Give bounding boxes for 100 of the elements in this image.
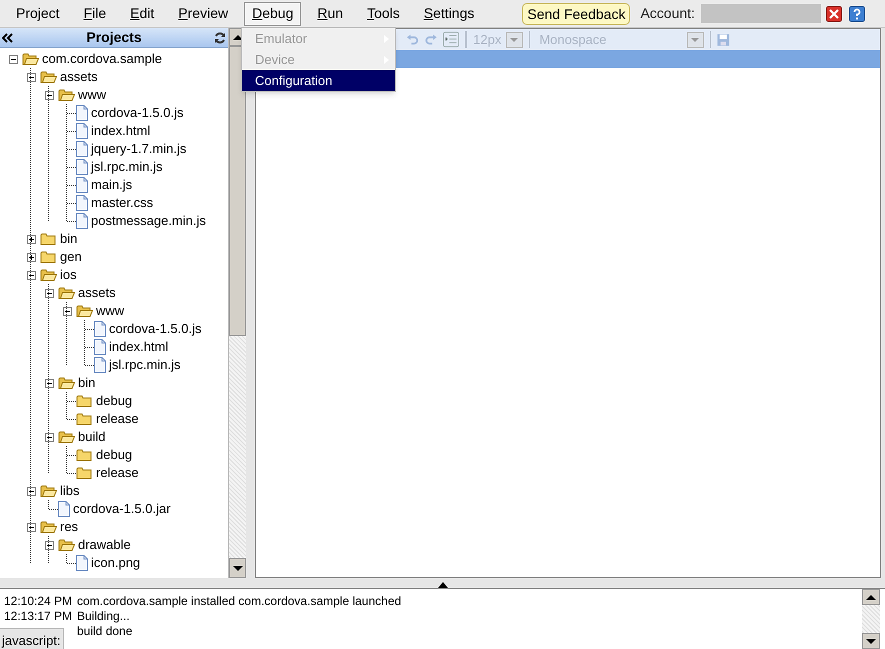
tree-item[interactable]: master.css — [91, 193, 154, 213]
tree-item[interactable]: jquery-1.7.min.js — [91, 139, 186, 159]
folder-icon — [76, 412, 93, 426]
scrollbar[interactable] — [228, 28, 246, 578]
file-icon — [76, 123, 88, 139]
collapse-toggle-icon[interactable] — [26, 72, 36, 82]
account-field[interactable] — [700, 4, 821, 23]
collapse-toggle-icon[interactable] — [26, 522, 36, 532]
menu-item[interactable]: Project — [8, 2, 68, 26]
open-folder-icon — [58, 88, 75, 102]
expand-toggle-icon[interactable] — [26, 252, 36, 262]
scroll-down-icon[interactable] — [229, 558, 246, 578]
scroll-up-icon[interactable] — [862, 589, 880, 605]
open-folder-icon — [58, 286, 75, 300]
file-icon — [76, 105, 88, 121]
tree-item[interactable]: assets — [60, 67, 98, 87]
open-folder-icon — [40, 268, 57, 282]
panel-title: Projects — [85, 28, 143, 47]
expand-toggle-icon[interactable] — [26, 234, 36, 244]
collapse-toggle-icon[interactable] — [44, 432, 54, 442]
log-message: build done — [77, 624, 132, 639]
collapse-toggle-icon[interactable] — [44, 288, 54, 298]
tree-item[interactable]: bin — [60, 229, 78, 249]
tree-item[interactable]: cordova-1.5.0.js — [91, 103, 184, 123]
feedback-button[interactable]: Send Feedback — [522, 2, 630, 24]
menu-item[interactable]: Tools — [359, 2, 408, 26]
open-folder-icon — [76, 304, 93, 318]
file-icon — [76, 141, 88, 157]
tree-item[interactable]: icon.png — [91, 553, 140, 573]
file-icon — [76, 555, 88, 571]
splitter-arrow-icon[interactable] — [438, 582, 448, 588]
file-icon — [76, 213, 88, 229]
file-icon — [94, 321, 106, 337]
close-icon[interactable] — [826, 6, 842, 22]
file-icon — [76, 177, 88, 193]
folder-icon — [76, 448, 93, 462]
folder-icon — [40, 232, 57, 246]
tree-item[interactable]: release — [96, 409, 139, 429]
tree-item[interactable]: index.html — [109, 337, 168, 357]
tree-item[interactable]: index.html — [91, 121, 150, 141]
tree-item[interactable]: www — [96, 301, 124, 321]
collapse-toggle-icon[interactable] — [8, 54, 18, 64]
refresh-icon[interactable] — [214, 32, 226, 44]
open-folder-icon — [22, 52, 39, 66]
collapse-toggle-icon[interactable] — [62, 306, 72, 316]
open-folder-icon — [40, 520, 57, 534]
tree-item[interactable]: com.cordova.sample — [42, 49, 162, 69]
collapse-toggle-icon[interactable] — [26, 270, 36, 280]
file-icon — [94, 357, 106, 373]
console-scrollbar[interactable] — [862, 589, 880, 649]
tree-item[interactable]: cordova-1.5.0.js — [109, 319, 202, 339]
log-time: 12:10:24 PM — [4, 594, 74, 609]
scroll-down-icon[interactable] — [862, 633, 880, 649]
tree-item[interactable]: ios — [60, 265, 77, 285]
log-time: 12:13:17 PM — [4, 609, 74, 624]
file-icon — [76, 159, 88, 175]
menu-item[interactable]: File — [76, 2, 114, 26]
file-icon — [94, 339, 106, 355]
file-icon — [76, 195, 88, 211]
open-folder-icon — [58, 538, 75, 552]
collapse-toggle-icon[interactable] — [44, 378, 54, 388]
file-icon — [58, 501, 70, 517]
collapse-icon[interactable] — [2, 32, 14, 42]
scroll-thumb[interactable] — [229, 46, 246, 336]
menu-item[interactable]: Configuration — [242, 70, 395, 91]
open-folder-icon — [58, 376, 75, 390]
console-prompt: javascript: — [0, 628, 64, 649]
tree-item[interactable]: debug — [96, 445, 132, 465]
collapse-toggle-icon[interactable] — [44, 540, 54, 550]
tree-item[interactable]: bin — [78, 373, 96, 393]
collapse-toggle-icon[interactable] — [26, 486, 36, 496]
open-folder-icon — [58, 430, 75, 444]
tree-item[interactable]: res — [60, 517, 78, 537]
menu-item[interactable]: Run — [309, 2, 352, 26]
menu-item[interactable]: Preview — [170, 2, 236, 26]
tree-item[interactable]: postmessage.min.js — [91, 211, 206, 231]
tree-item[interactable]: www — [78, 85, 106, 105]
folder-icon — [76, 466, 93, 480]
menu-item[interactable]: Settings — [416, 2, 482, 26]
open-folder-icon — [40, 70, 57, 84]
tree-item[interactable]: jsl.rpc.min.js — [109, 355, 181, 375]
open-folder-icon — [40, 484, 57, 498]
tree-item[interactable]: main.js — [91, 175, 132, 195]
collapse-toggle-icon[interactable] — [44, 90, 54, 100]
tree-item[interactable]: libs — [60, 481, 80, 501]
tree-item[interactable]: build — [78, 427, 106, 447]
tree-item[interactable]: assets — [78, 283, 116, 303]
tree-item[interactable]: cordova-1.5.0.jar — [73, 499, 171, 519]
folder-icon — [76, 394, 93, 408]
tree-item[interactable]: debug — [96, 391, 132, 411]
help-icon[interactable] — [848, 6, 865, 22]
log-message: com.cordova.sample installed com.cordova.sample launched — [77, 594, 402, 609]
tree-item[interactable]: gen — [60, 247, 82, 267]
log-message: Building... — [77, 609, 130, 624]
menu-item[interactable]: Debug — [244, 2, 302, 26]
menu-item[interactable]: Edit — [122, 2, 162, 26]
tree-item[interactable]: drawable — [78, 535, 131, 555]
folder-icon — [40, 250, 57, 264]
tree-item[interactable]: jsl.rpc.min.js — [91, 157, 163, 177]
tree-item[interactable]: release — [96, 463, 139, 483]
